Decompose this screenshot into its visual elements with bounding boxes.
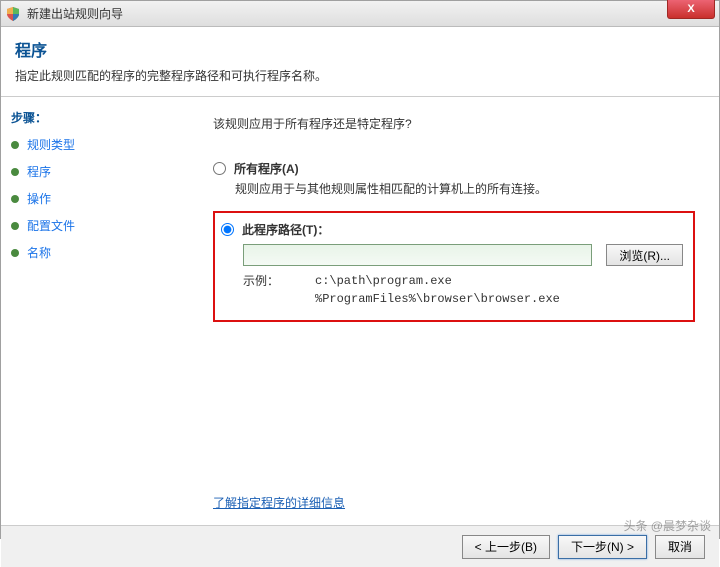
window-title: 新建出站规则向导	[27, 5, 123, 22]
steps-sidebar: 步骤： 规则类型 程序 操作 配置文件 名称	[1, 97, 189, 525]
learn-more-link-wrap: 了解指定程序的详细信息	[213, 494, 345, 511]
page-title: 程序	[15, 37, 705, 61]
content-pane: 该规则应用于所有程序还是特定程序? 所有程序(A) 规则应用于与其他规则属性相匹…	[189, 97, 719, 525]
program-path-input[interactable]	[243, 244, 592, 266]
close-icon: X	[687, 3, 694, 15]
example-label: 示例：	[243, 272, 315, 308]
question-text: 该规则应用于所有程序还是特定程序?	[213, 115, 695, 132]
cancel-button[interactable]: 取消	[655, 535, 705, 559]
step-action[interactable]: 操作	[11, 190, 179, 207]
learn-more-link[interactable]: 了解指定程序的详细信息	[213, 496, 345, 510]
bullet-icon	[11, 195, 19, 203]
example-text: c:\path\program.exe %ProgramFiles%\brows…	[315, 272, 560, 308]
option-all-programs: 所有程序(A) 规则应用于与其他规则属性相匹配的计算机上的所有连接。	[213, 160, 695, 197]
steps-heading: 步骤：	[11, 109, 179, 126]
browse-button[interactable]: 浏览(R)...	[606, 244, 683, 266]
radio-path-label: 此程序路径(T)：	[242, 221, 329, 238]
step-name[interactable]: 名称	[11, 244, 179, 261]
page-subtitle: 指定此规则匹配的程序的完整程序路径和可执行程序名称。	[15, 67, 705, 84]
radio-all-desc: 规则应用于与其他规则属性相匹配的计算机上的所有连接。	[235, 180, 695, 197]
title-bar: 新建出站规则向导 X	[1, 1, 719, 27]
step-program[interactable]: 程序	[11, 163, 179, 180]
bullet-icon	[11, 249, 19, 257]
bullet-icon	[11, 141, 19, 149]
next-button[interactable]: 下一步(N) >	[558, 535, 647, 559]
wizard-body: 步骤： 规则类型 程序 操作 配置文件 名称 该规则应用于所有程序还是特定程序?…	[1, 97, 719, 525]
option-path-box: 此程序路径(T)： 浏览(R)... 示例： c:\path\program.e…	[213, 211, 695, 322]
wizard-window: 新建出站规则向导 X 程序 指定此规则匹配的程序的完整程序路径和可执行程序名称。…	[0, 0, 720, 539]
bullet-icon	[11, 168, 19, 176]
wizard-footer: < 上一步(B) 下一步(N) > 取消	[1, 525, 719, 567]
shield-icon	[5, 6, 21, 22]
bullet-icon	[11, 222, 19, 230]
step-profile[interactable]: 配置文件	[11, 217, 179, 234]
radio-all-label: 所有程序(A)	[234, 160, 299, 177]
back-button[interactable]: < 上一步(B)	[462, 535, 550, 559]
radio-program-path[interactable]	[221, 223, 234, 236]
close-button[interactable]: X	[667, 0, 715, 19]
step-rule-type[interactable]: 规则类型	[11, 136, 179, 153]
radio-all-programs[interactable]	[213, 162, 226, 175]
wizard-header: 程序 指定此规则匹配的程序的完整程序路径和可执行程序名称。	[1, 27, 719, 97]
